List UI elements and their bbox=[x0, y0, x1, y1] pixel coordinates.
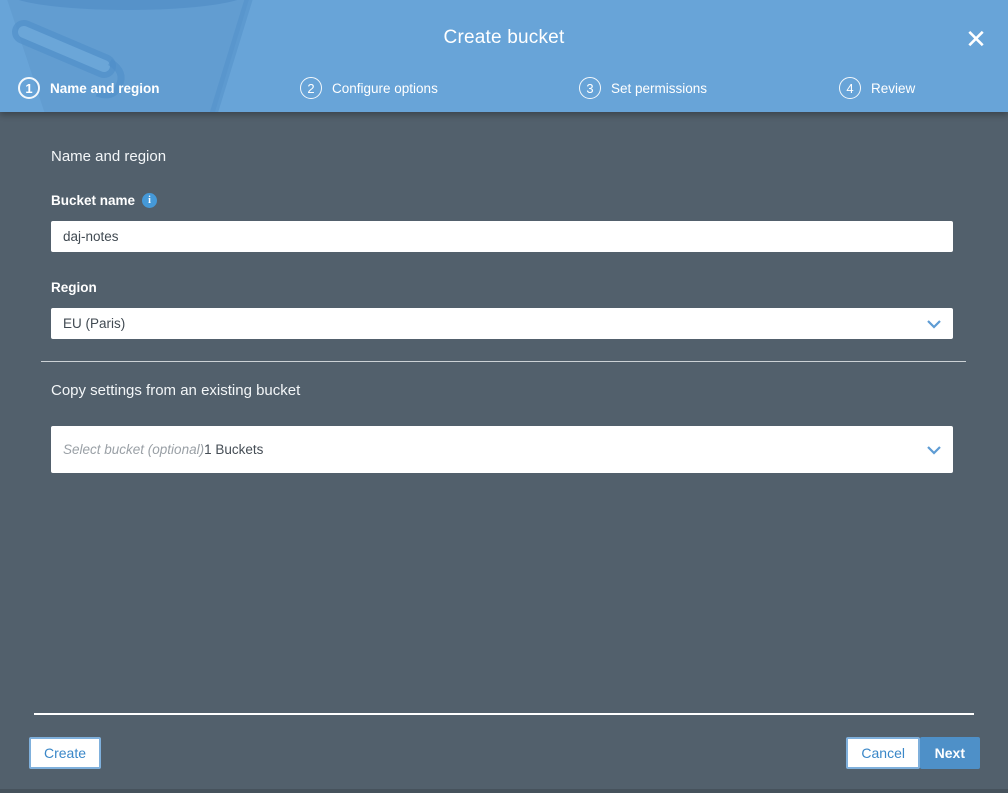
next-button[interactable]: Next bbox=[919, 737, 980, 769]
create-bucket-header: Create bucket ✕ 1 Name and region 2 Conf… bbox=[0, 0, 1008, 112]
chevron-down-icon bbox=[927, 445, 941, 454]
section-title-name-and-region: Name and region bbox=[51, 148, 167, 165]
copy-bucket-select[interactable]: Select bucket (optional) 1 Buckets bbox=[51, 426, 953, 473]
step-name-and-region[interactable]: 1 Name and region bbox=[18, 77, 160, 99]
step-configure-options[interactable]: 2 Configure options bbox=[300, 77, 438, 99]
step-label: Review bbox=[871, 80, 916, 96]
create-bucket-body: Name and region Bucket name i Region EU … bbox=[0, 112, 1008, 793]
step-label: Configure options bbox=[332, 80, 438, 96]
info-icon[interactable]: i bbox=[142, 193, 158, 208]
region-selected-value: EU (Paris) bbox=[63, 316, 126, 331]
footer-divider bbox=[34, 713, 974, 715]
bucket-name-input[interactable] bbox=[51, 221, 953, 252]
region-select[interactable]: EU (Paris) bbox=[51, 308, 953, 339]
step-review[interactable]: 4 Review bbox=[839, 77, 915, 99]
wizard-steps: 1 Name and region 2 Configure options 3 … bbox=[0, 77, 1008, 101]
close-icon[interactable]: ✕ bbox=[961, 24, 991, 54]
bucket-name-label: Bucket name i bbox=[51, 193, 953, 208]
bucket-count-text: 1 Buckets bbox=[204, 442, 264, 457]
step-number-badge: 1 bbox=[18, 77, 40, 99]
modal-bottom-edge bbox=[0, 789, 1008, 793]
step-label: Name and region bbox=[50, 80, 160, 96]
modal-footer: Create Cancel Next bbox=[0, 713, 1008, 793]
step-number-badge: 4 bbox=[839, 77, 861, 99]
modal-title: Create bucket bbox=[443, 27, 565, 48]
region-label-text: Region bbox=[51, 280, 97, 295]
cancel-button[interactable]: Cancel bbox=[846, 737, 920, 769]
bucket-name-label-text: Bucket name bbox=[51, 193, 136, 208]
step-set-permissions[interactable]: 3 Set permissions bbox=[579, 77, 707, 99]
step-number-badge: 2 bbox=[300, 77, 322, 99]
copy-bucket-placeholder: Select bucket (optional) bbox=[63, 442, 205, 457]
chevron-down-icon bbox=[927, 319, 941, 328]
step-label: Set permissions bbox=[611, 80, 708, 96]
section-divider bbox=[41, 361, 966, 362]
copy-settings-title: Copy settings from an existing bucket bbox=[51, 382, 301, 399]
region-label: Region bbox=[51, 280, 953, 295]
step-number-badge: 3 bbox=[579, 77, 601, 99]
create-button[interactable]: Create bbox=[29, 737, 102, 769]
